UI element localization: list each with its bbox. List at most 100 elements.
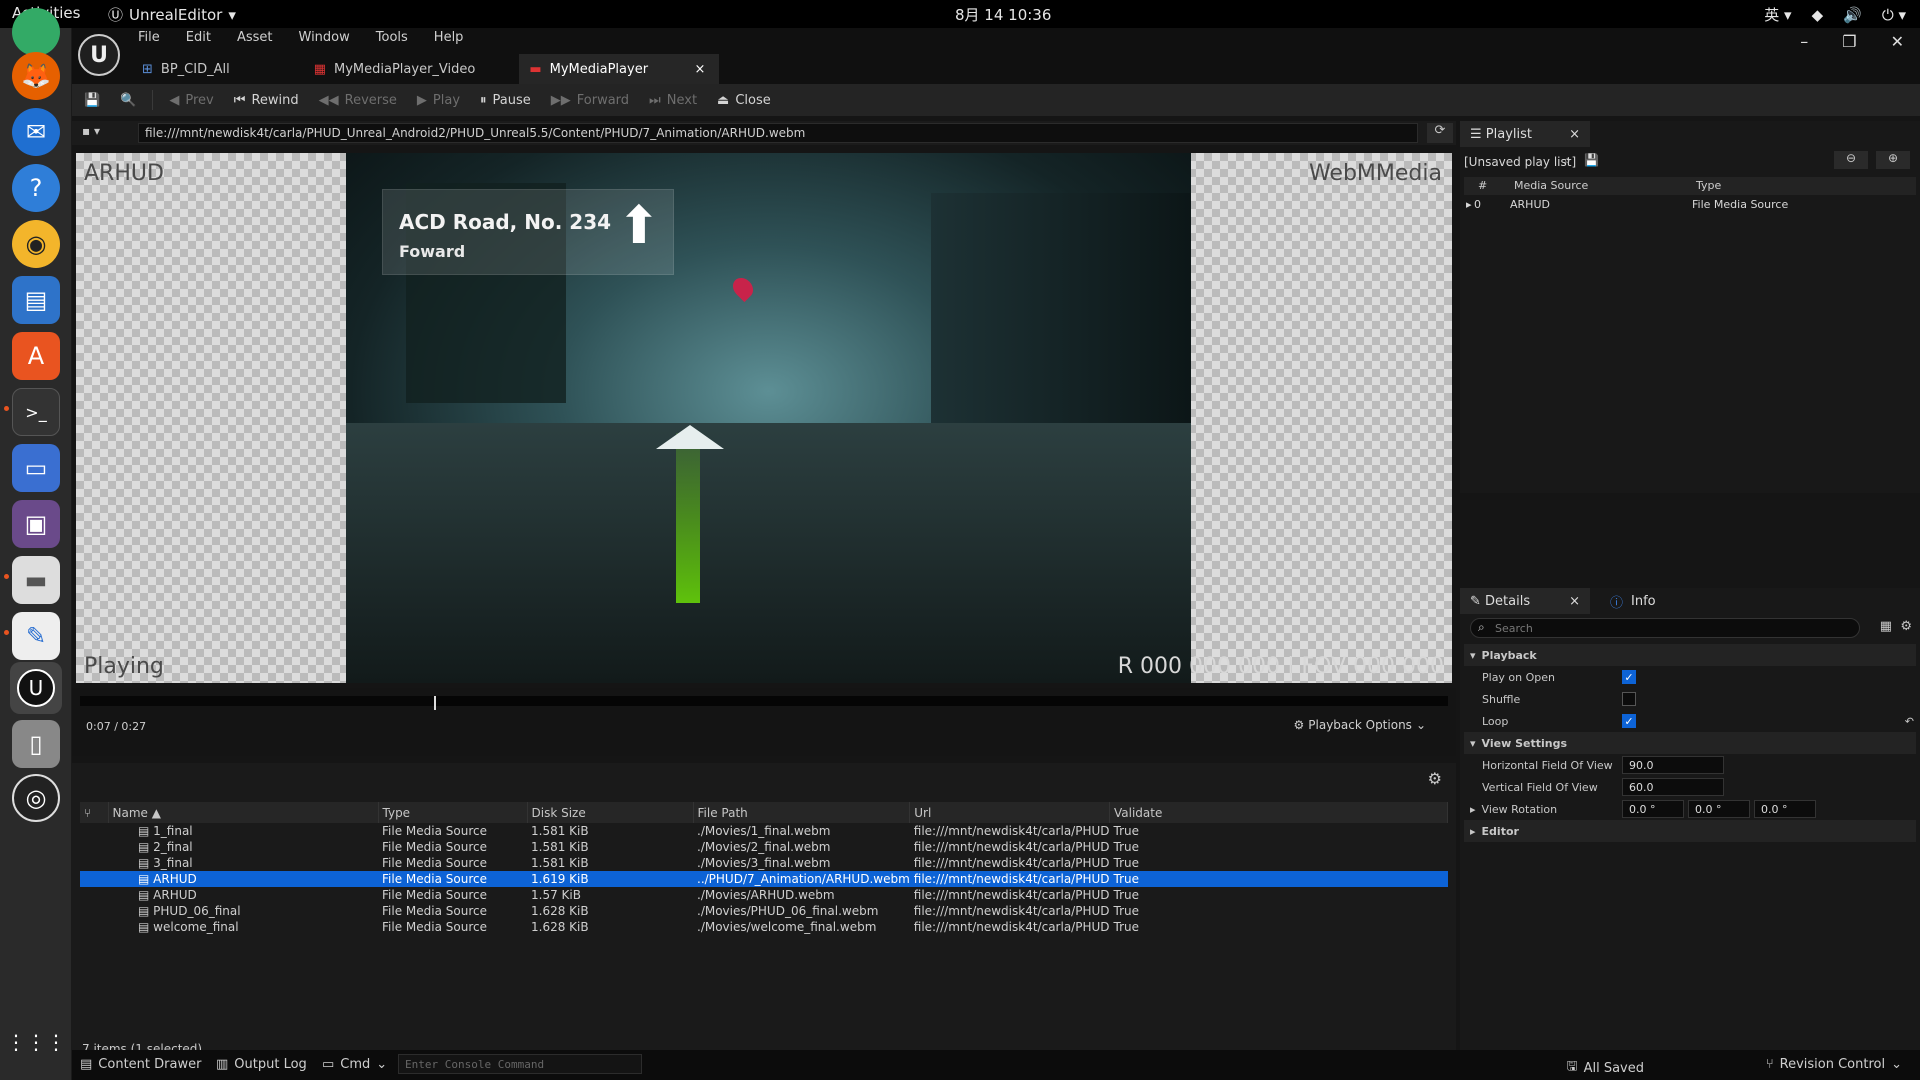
forward-button[interactable]: ▶▶ Forward bbox=[541, 93, 639, 108]
power-icon[interactable]: ⏻ ▾ bbox=[1882, 6, 1906, 24]
output-log-button[interactable]: ▥ Output Log bbox=[216, 1057, 307, 1072]
column-options-icon[interactable]: ⑂ bbox=[80, 802, 109, 823]
apps-grid-icon[interactable]: ⋮⋮⋮ bbox=[6, 1018, 66, 1066]
restore-icon[interactable]: ❐ bbox=[1842, 32, 1856, 51]
tab-bp-cid-all[interactable]: ⊞ BP_CID_All bbox=[132, 54, 244, 84]
content-drawer-button[interactable]: ▤ Content Drawer bbox=[80, 1057, 201, 1072]
scrub-bar[interactable] bbox=[80, 696, 1448, 710]
revision-control-button[interactable]: ⑂ Revision Control ⌄ bbox=[1766, 1057, 1902, 1072]
col-disk-size[interactable]: Disk Size bbox=[527, 802, 694, 823]
table-view-icon[interactable]: ▦ bbox=[1880, 619, 1892, 634]
menu-edit[interactable]: Edit bbox=[186, 30, 211, 45]
help-icon[interactable]: ? bbox=[12, 164, 60, 212]
menu-asset[interactable]: Asset bbox=[237, 30, 273, 45]
previous-icon[interactable]: ⊖ bbox=[1834, 151, 1868, 169]
next-icon[interactable]: ⊕ bbox=[1876, 151, 1910, 169]
camera-icon[interactable]: ◎ bbox=[12, 774, 60, 822]
settings-gear-icon[interactable]: ⚙ bbox=[1428, 769, 1442, 788]
save-playlist-icon[interactable]: 💾 bbox=[1584, 153, 1599, 167]
next-button[interactable]: ⏭ Next bbox=[639, 93, 707, 108]
settings-icon[interactable]: ⚙ bbox=[1900, 619, 1912, 634]
tab-details[interactable]: ✎ Details × bbox=[1460, 588, 1590, 614]
menu-help[interactable]: Help bbox=[434, 30, 464, 45]
video-editor-icon[interactable]: ▣ bbox=[12, 500, 60, 548]
menu-tools[interactable]: Tools bbox=[376, 30, 408, 45]
input-method[interactable]: 英 ▾ bbox=[1764, 4, 1791, 25]
rotation-x-input[interactable]: 0.0 ° bbox=[1622, 800, 1684, 818]
col-type[interactable]: Type bbox=[378, 802, 528, 823]
drive-icon[interactable]: ▯ bbox=[12, 720, 60, 768]
col-file-path[interactable]: File Path bbox=[693, 802, 911, 823]
menu-window[interactable]: Window bbox=[299, 30, 350, 45]
playhead[interactable] bbox=[434, 696, 437, 710]
text-editor-icon[interactable]: ✎ bbox=[12, 612, 60, 660]
table-row[interactable]: ▤ 1_final File Media Source 1.581 KiB ./Mov… bbox=[80, 823, 1448, 839]
wifi-icon[interactable]: ◆ bbox=[1812, 6, 1824, 24]
table-row[interactable]: ▤ PHUD_06_final File Media Source 1.628 Ki… bbox=[80, 903, 1448, 919]
tab-mymediaplayer[interactable]: ▬ MyMediaPlayer × bbox=[519, 54, 720, 84]
browse-icon[interactable]: 🔍 bbox=[110, 93, 146, 108]
reload-icon[interactable]: ⟳ bbox=[1427, 123, 1453, 143]
media-url-input[interactable] bbox=[138, 123, 1418, 143]
rotation-y-input[interactable]: 0.0 ° bbox=[1688, 800, 1750, 818]
prop-view-rotation[interactable]: ▸ View Rotation 0.0 ° 0.0 ° 0.0 ° bbox=[1464, 798, 1916, 820]
play-on-open-checkbox[interactable]: ✓ bbox=[1622, 670, 1636, 684]
close-media-button[interactable]: ⏏ Close bbox=[707, 93, 781, 108]
unreal-editor-dock-icon[interactable]: U bbox=[10, 662, 62, 714]
rewind-button[interactable]: ⏮ Rewind bbox=[224, 93, 309, 108]
tab-info[interactable]: ⓘ Info bbox=[1600, 588, 1666, 614]
clock[interactable]: 8月 14 10:36 bbox=[955, 4, 1051, 25]
terminal-icon[interactable]: >_ bbox=[12, 388, 60, 436]
playlist-row[interactable]: ▸ 0 ARHUD File Media Source bbox=[1464, 197, 1916, 213]
console-command-input[interactable]: Enter Console Command bbox=[398, 1054, 642, 1074]
all-saved-button[interactable]: 🖫 All Saved bbox=[1567, 1057, 1645, 1079]
firefox-icon[interactable]: 🦊 bbox=[12, 52, 60, 100]
table-row[interactable]: ▤ ARHUD File Media Source 1.57 KiB ./Movies… bbox=[80, 887, 1448, 903]
minimize-icon[interactable]: – bbox=[1800, 32, 1808, 51]
reset-icon[interactable]: ↶ bbox=[1905, 715, 1914, 728]
playback-options-button[interactable]: ⚙ Playback Options ⌄ bbox=[1294, 718, 1427, 732]
shuffle-checkbox[interactable] bbox=[1622, 692, 1636, 706]
rhythmbox-icon[interactable]: ◉ bbox=[12, 220, 60, 268]
close-window-icon[interactable]: ✕ bbox=[1891, 32, 1904, 51]
system-tray[interactable]: 英 ▾ ◆ 🔊 ⏻ ▾ bbox=[1764, 4, 1906, 25]
close-icon[interactable]: × bbox=[694, 62, 705, 77]
col-name[interactable]: Name ▲ bbox=[108, 802, 379, 823]
tab-playlist[interactable]: ☰ Playlist × bbox=[1460, 121, 1590, 147]
close-icon[interactable]: × bbox=[1569, 127, 1580, 142]
menu-file[interactable]: File bbox=[138, 30, 160, 45]
section-view-settings[interactable]: ▾ View Settings bbox=[1464, 732, 1916, 754]
save-icon[interactable]: 💾 bbox=[72, 93, 110, 108]
media-viewer[interactable]: ACD Road, No. 234 Foward ⬆ ARHUD WebMMed… bbox=[76, 153, 1452, 683]
col-validate[interactable]: Validate bbox=[1109, 802, 1448, 823]
search-icon[interactable]: ⌕ bbox=[1564, 153, 1571, 168]
pause-button[interactable]: ⏸ Pause bbox=[470, 93, 541, 108]
writer-icon[interactable]: ▤ bbox=[12, 276, 60, 324]
table-row[interactable]: ▤ welcome_final File Media Source 1.628 Ki… bbox=[80, 919, 1448, 935]
hfov-input[interactable]: 90.0 bbox=[1622, 756, 1724, 774]
vfov-input[interactable]: 60.0 bbox=[1622, 778, 1724, 796]
prev-button[interactable]: ◀ Prev bbox=[159, 93, 223, 108]
app-menu[interactable]: Ⓤ UnrealEditor ▾ bbox=[108, 4, 236, 25]
play-button[interactable]: ▶ Play bbox=[407, 93, 470, 108]
files-icon[interactable]: ▬ bbox=[12, 556, 60, 604]
loop-checkbox[interactable]: ✓ bbox=[1622, 714, 1636, 728]
software-icon[interactable]: A bbox=[12, 332, 60, 380]
tab-mymediaplayer-video[interactable]: ▦ MyMediaPlayer_Video bbox=[304, 54, 490, 84]
screenshot-icon[interactable]: ▭ bbox=[12, 444, 60, 492]
close-icon[interactable]: × bbox=[1569, 594, 1580, 609]
table-row[interactable]: ▤ ARHUD File Media Source 1.619 KiB ../PHUD… bbox=[80, 871, 1448, 887]
rotation-z-input[interactable]: 0.0 ° bbox=[1754, 800, 1816, 818]
details-search-input[interactable]: Search bbox=[1470, 618, 1860, 638]
thunderbird-icon[interactable]: ✉ bbox=[12, 108, 60, 156]
chrome-icon[interactable] bbox=[12, 8, 60, 56]
table-row[interactable]: ▤ 3_final File Media Source 1.581 KiB ./Mov… bbox=[80, 855, 1448, 871]
section-playback[interactable]: ▾ Playback bbox=[1464, 644, 1916, 666]
section-editor[interactable]: ▸ Editor bbox=[1464, 820, 1916, 842]
cmd-dropdown[interactable]: ▭ Cmd ⌄ bbox=[322, 1057, 387, 1072]
reverse-button[interactable]: ◀◀ Reverse bbox=[309, 93, 407, 108]
volume-icon[interactable]: 🔊 bbox=[1843, 6, 1862, 24]
folder-dropdown-icon[interactable]: ▪ ▾ bbox=[82, 124, 100, 138]
table-row[interactable]: ▤ 2_final File Media Source 1.581 KiB ./Mov… bbox=[80, 839, 1448, 855]
col-url[interactable]: Url bbox=[909, 802, 1110, 823]
